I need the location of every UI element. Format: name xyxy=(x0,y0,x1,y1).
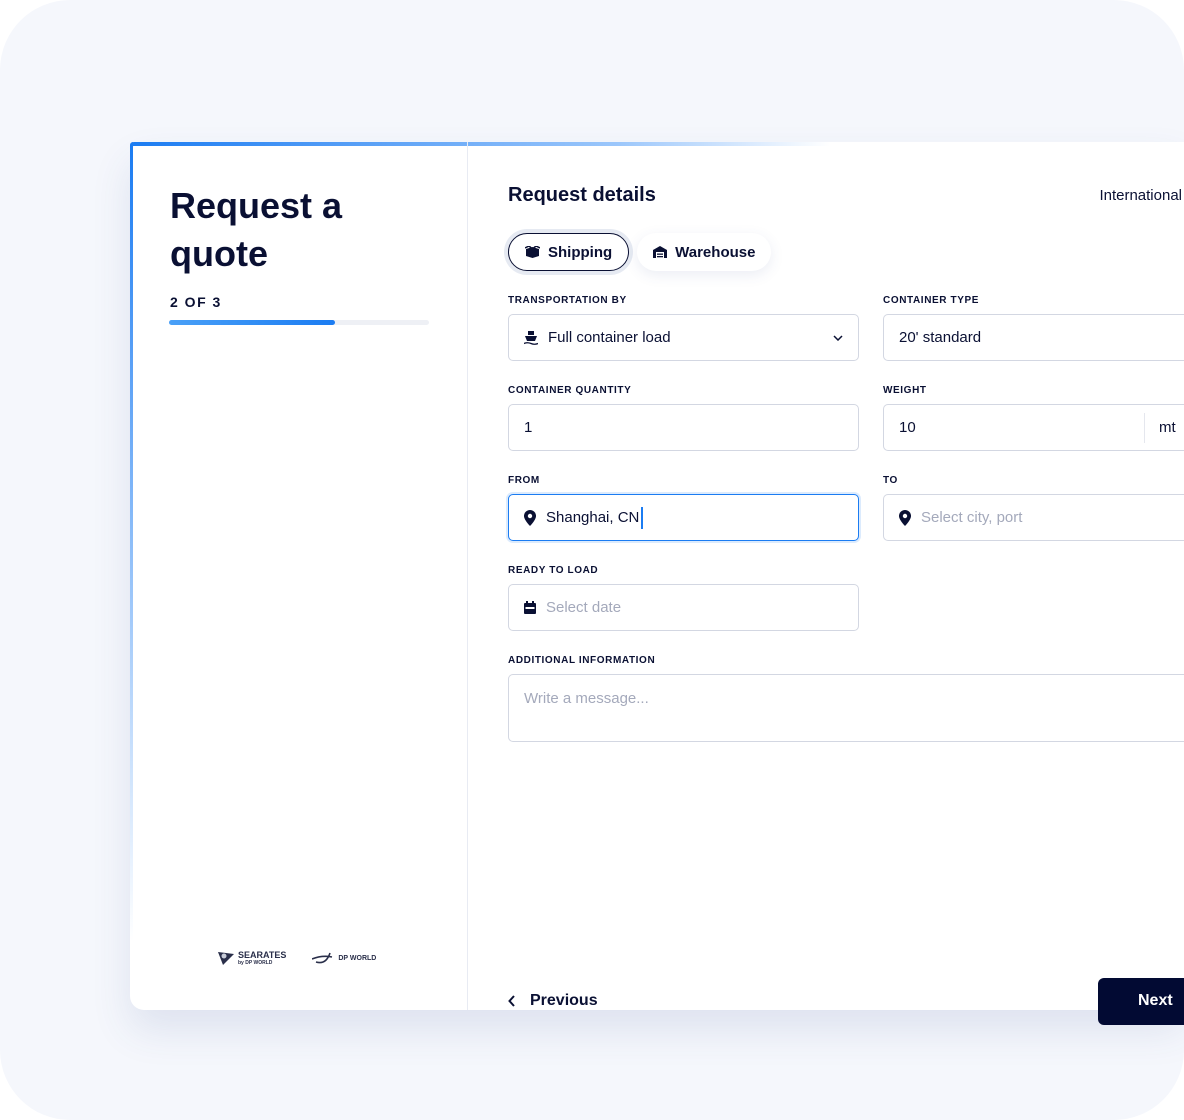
weight-value: 10 xyxy=(899,419,916,436)
container-type-label: CONTAINER TYPE xyxy=(883,295,979,306)
international-toggle[interactable]: International xyxy=(1099,187,1182,204)
page-title: Request a quote xyxy=(170,185,343,274)
additional-placeholder: Write a message... xyxy=(524,690,649,707)
dpworld-logo-text: DP WORLD xyxy=(338,954,377,962)
additional-label: ADDITIONAL INFORMATION xyxy=(508,655,656,666)
searates-logo: SEARATES by DP WORLD xyxy=(218,950,286,966)
weight-unit[interactable]: mt xyxy=(1144,413,1176,443)
calendar-icon xyxy=(524,601,536,614)
from-value: Shanghai, CN xyxy=(546,508,640,526)
quantity-value: 1 xyxy=(524,419,533,436)
sidebar: Request a quote 2 OF 3 SEARATES by DP WOR… xyxy=(130,142,468,1010)
ready-placeholder: Select date xyxy=(546,599,622,616)
ready-label: READY TO LOAD xyxy=(508,565,599,576)
quote-card: Request a quote 2 OF 3 SEARATES by DP WOR… xyxy=(130,142,1184,1010)
quantity-label: CONTAINER QUANTITY xyxy=(508,385,632,396)
tab-label: Shipping xyxy=(548,243,613,261)
to-input[interactable]: Select city, port xyxy=(883,494,1184,541)
next-button[interactable]: Next xyxy=(1098,978,1184,1025)
dpworld-logo-icon xyxy=(312,952,333,964)
section-title: Request details xyxy=(508,184,656,206)
from-input[interactable]: Shanghai, CN xyxy=(508,494,859,541)
progress-fill xyxy=(169,320,336,325)
tab-label: Warehouse xyxy=(675,243,756,261)
location-pin-icon xyxy=(899,509,911,526)
chevron-down-icon xyxy=(833,334,843,341)
from-label: FROM xyxy=(508,475,540,486)
box-icon xyxy=(525,246,540,258)
progress-bar xyxy=(169,320,429,325)
location-pin-icon xyxy=(524,509,536,526)
to-placeholder: Select city, port xyxy=(921,509,1023,526)
tabs: Shipping Warehouse xyxy=(508,233,772,271)
searates-logo-icon xyxy=(218,952,234,965)
tab-warehouse[interactable]: Warehouse xyxy=(637,233,772,271)
step-indicator: 2 OF 3 xyxy=(170,294,222,310)
chevron-left-icon xyxy=(508,995,515,1007)
container-type-select[interactable]: 20' standard xyxy=(883,314,1184,361)
weight-label: WEIGHT xyxy=(883,385,927,396)
searates-logo-text: SEARATES xyxy=(238,950,287,960)
ship-icon xyxy=(524,330,538,345)
previous-label: Previous xyxy=(530,992,598,1009)
dpworld-logo: DP WORLD xyxy=(312,951,376,965)
additional-textarea[interactable]: Write a message... xyxy=(508,674,1184,742)
searates-logo-sub: by DP WORLD xyxy=(238,960,273,966)
weight-input[interactable]: 10 mt xyxy=(883,404,1184,451)
tab-shipping[interactable]: Shipping xyxy=(508,233,630,271)
main-panel: Request details International Shipping W… xyxy=(508,142,1184,1010)
ready-date-input[interactable]: Select date xyxy=(508,584,859,631)
container-type-value: 20' standard xyxy=(899,329,982,346)
transportation-select[interactable]: Full container load xyxy=(508,314,859,361)
transportation-label: TRANSPORTATION BY xyxy=(508,295,627,306)
transportation-value: Full container load xyxy=(548,329,671,346)
previous-button[interactable]: Previous xyxy=(508,992,598,1010)
partner-logos: SEARATES by DP WORLD DP WORLD xyxy=(218,950,376,966)
to-label: TO xyxy=(883,475,898,486)
quantity-input[interactable]: 1 xyxy=(508,404,859,451)
warehouse-icon xyxy=(653,246,668,258)
text-caret xyxy=(641,506,644,529)
